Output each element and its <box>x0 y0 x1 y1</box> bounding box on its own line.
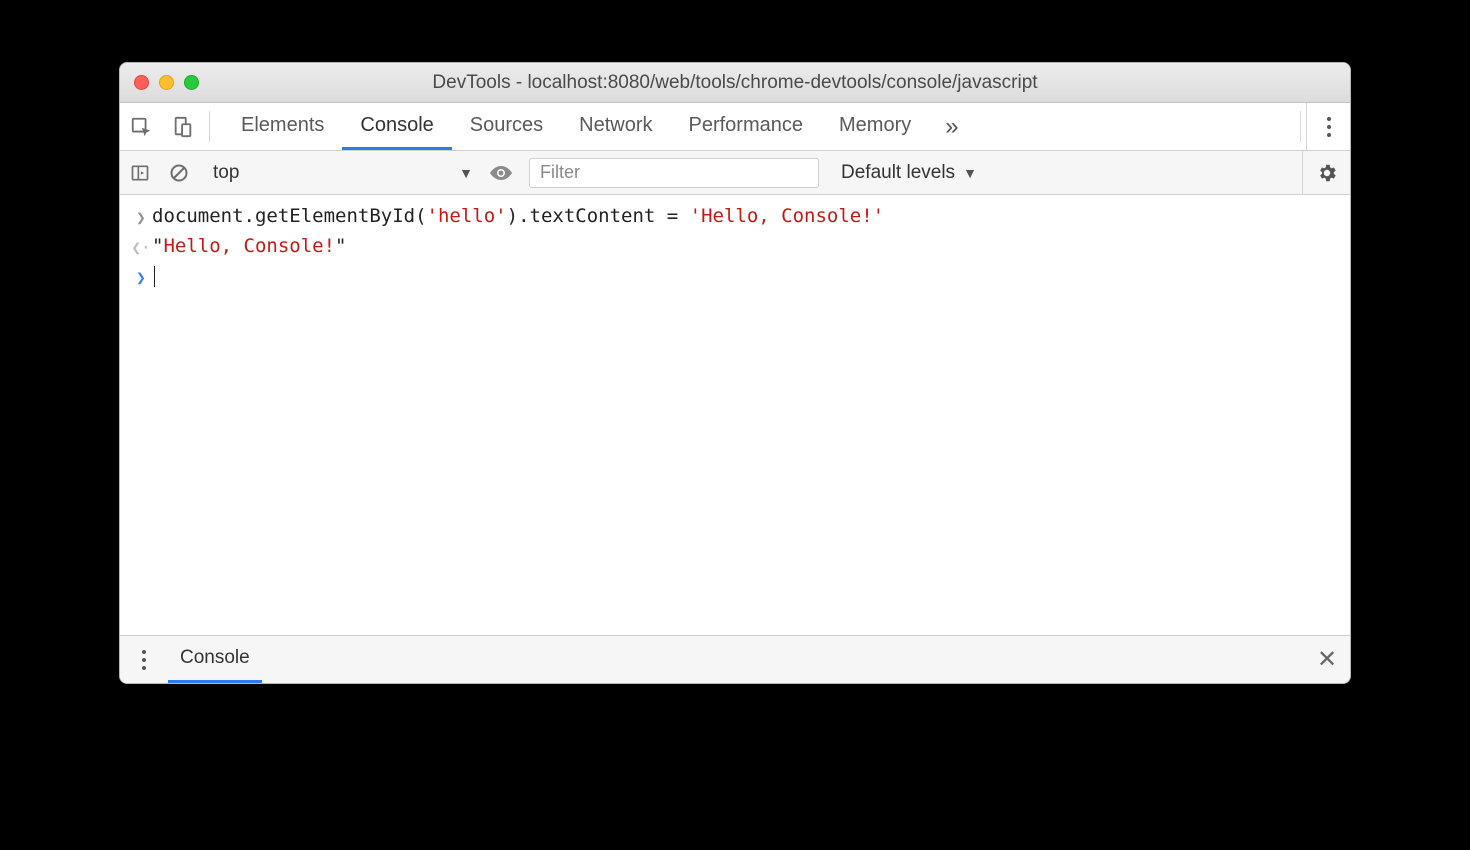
tab-memory[interactable]: Memory <box>821 103 929 150</box>
traffic-lights <box>134 75 199 90</box>
tabs-overflow-button[interactable]: » <box>929 103 974 150</box>
prompt-chevron-icon: ❯ <box>130 265 152 287</box>
main-toolbar: Elements Console Sources Network Perform… <box>120 103 1350 151</box>
result-chevron-icon: ❮· <box>130 235 152 257</box>
console-result-value: "Hello, Console!" <box>152 235 347 257</box>
console-result-row: ❮· "Hello, Console!" <box>120 231 1350 261</box>
console-input-row: ❯ document.getElementById('hello').textC… <box>120 201 1350 231</box>
separator <box>1300 111 1301 142</box>
console-toolbar: top ▼ Default levels ▼ <box>120 151 1350 195</box>
console-prompt-row[interactable]: ❯ <box>120 261 1350 291</box>
tab-network[interactable]: Network <box>561 103 670 150</box>
window-titlebar: DevTools - localhost:8080/web/tools/chro… <box>120 63 1350 103</box>
separator <box>209 111 210 142</box>
window-close-button[interactable] <box>134 75 149 90</box>
dropdown-triangle-icon: ▼ <box>963 165 977 181</box>
drawer-tab-console[interactable]: Console <box>168 636 262 683</box>
filter-input[interactable] <box>529 158 819 188</box>
drawer-menu-button[interactable] <box>120 649 168 671</box>
tab-elements[interactable]: Elements <box>223 103 342 150</box>
tab-console[interactable]: Console <box>342 103 451 150</box>
show-console-sidebar-icon[interactable] <box>120 163 160 183</box>
tab-performance[interactable]: Performance <box>671 103 822 150</box>
inspect-element-icon[interactable] <box>120 103 162 150</box>
dropdown-triangle-icon: ▼ <box>459 165 473 181</box>
devtools-window: DevTools - localhost:8080/web/tools/chro… <box>119 62 1351 684</box>
execution-context-selector[interactable]: top ▼ <box>207 162 479 184</box>
live-expression-icon[interactable] <box>479 163 523 183</box>
device-toolbar-icon[interactable] <box>162 103 204 150</box>
console-prompt-input[interactable] <box>152 265 155 287</box>
input-chevron-icon: ❯ <box>130 205 152 227</box>
console-output[interactable]: ❯ document.getElementById('hello').textC… <box>120 195 1350 635</box>
drawer-close-icon[interactable]: ✕ <box>1304 645 1350 674</box>
window-zoom-button[interactable] <box>184 75 199 90</box>
console-input-code: document.getElementById('hello').textCon… <box>152 205 884 227</box>
panel-tabs: Elements Console Sources Network Perform… <box>215 103 1295 150</box>
log-levels-label: Default levels <box>841 162 955 184</box>
console-settings-icon[interactable] <box>1302 151 1350 194</box>
window-minimize-button[interactable] <box>159 75 174 90</box>
clear-console-icon[interactable] <box>160 163 198 183</box>
log-levels-selector[interactable]: Default levels ▼ <box>841 162 977 184</box>
window-title: DevTools - localhost:8080/web/tools/chro… <box>120 72 1350 94</box>
drawer: Console ✕ <box>120 635 1350 683</box>
main-menu-button[interactable] <box>1306 103 1350 150</box>
tab-sources[interactable]: Sources <box>452 103 561 150</box>
execution-context-label: top <box>213 162 239 184</box>
